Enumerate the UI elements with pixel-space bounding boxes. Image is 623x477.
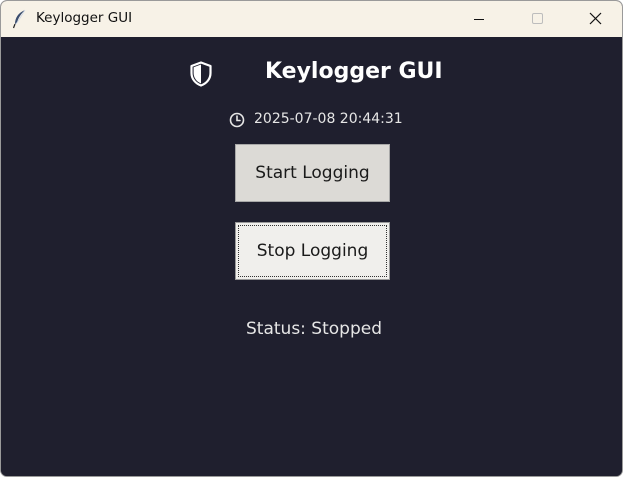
stop-logging-button[interactable]: Stop Logging xyxy=(235,222,390,280)
shield-icon xyxy=(189,61,213,87)
close-button[interactable] xyxy=(572,1,618,37)
minimize-button[interactable] xyxy=(456,1,502,37)
window-title: Keylogger GUI xyxy=(36,10,133,26)
page-heading: Keylogger GUI xyxy=(265,59,443,84)
feather-icon xyxy=(12,9,28,29)
close-icon xyxy=(589,12,602,25)
timestamp-text: 2025-07-08 20:44:31 xyxy=(254,111,403,127)
main-panel: Keylogger GUI 2025-07-08 20:44:31 Start … xyxy=(1,37,622,476)
maximize-button[interactable] xyxy=(514,1,560,37)
status-label: Status: Stopped xyxy=(246,319,382,339)
title-bar[interactable]: Keylogger GUI xyxy=(1,1,622,37)
maximize-icon xyxy=(532,13,543,24)
clock-icon xyxy=(229,112,245,128)
start-logging-button[interactable]: Start Logging xyxy=(235,144,390,202)
minimize-icon xyxy=(474,19,484,20)
app-window: Keylogger GUI Keylogger GUI 2025-07-08 2… xyxy=(0,0,623,477)
